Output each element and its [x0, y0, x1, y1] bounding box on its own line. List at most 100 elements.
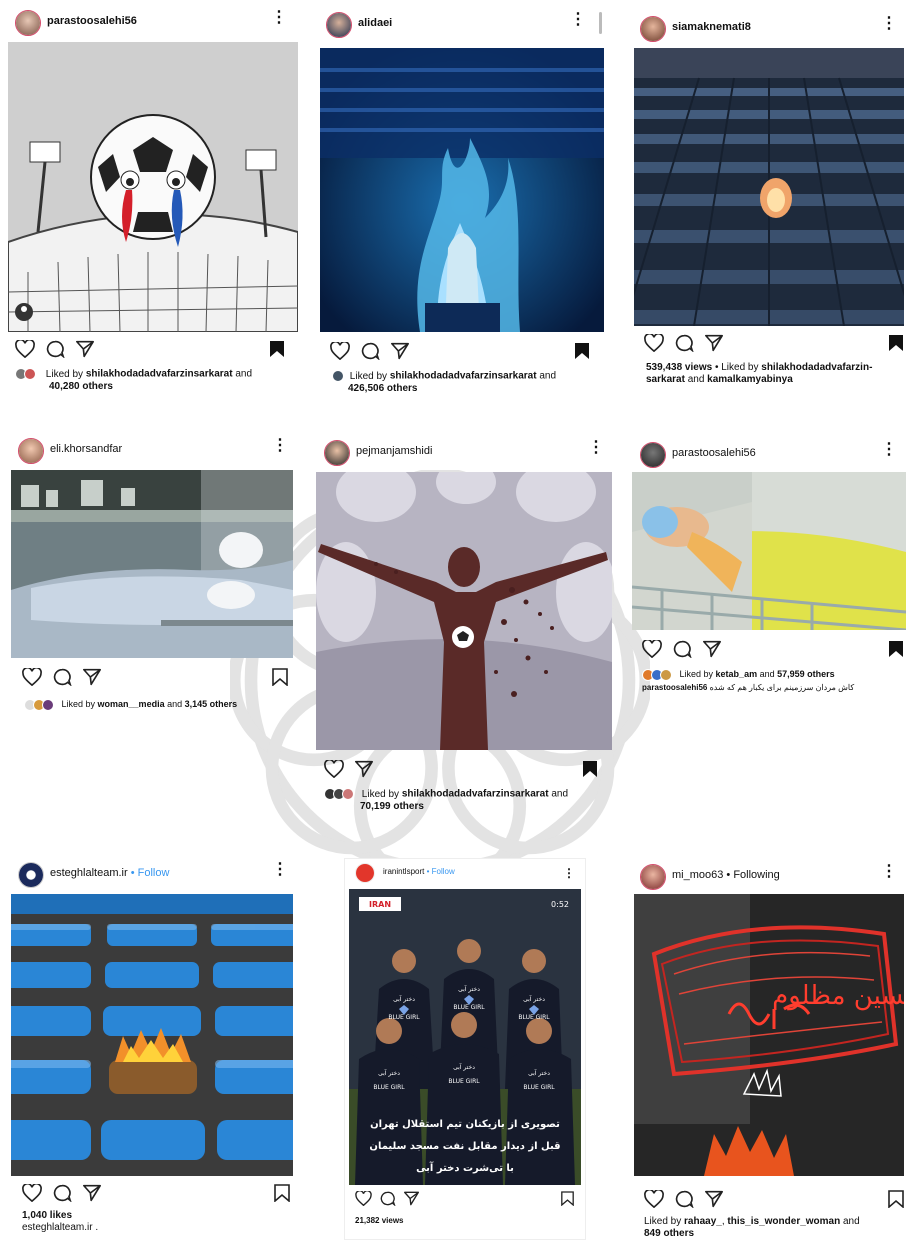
more-icon[interactable]: ⋮ [271, 10, 287, 26]
shirt-text: دختر آبی [393, 994, 415, 1003]
bookmark-icon[interactable] [582, 760, 598, 778]
post-header: esteghlalteam.ir • Follow ⋮ [8, 856, 298, 892]
username[interactable]: parastoosalehi56 [47, 15, 137, 27]
liker-username[interactable]: shilakhodadadvafarzinsarkarat [390, 371, 537, 382]
avatar[interactable] [15, 10, 41, 36]
scrollbar[interactable] [599, 12, 602, 34]
username[interactable]: alidaei [358, 17, 392, 29]
heart-icon[interactable] [330, 342, 350, 360]
share-icon[interactable] [75, 340, 95, 358]
avatar[interactable] [18, 862, 44, 888]
likes-count[interactable]: 849 others [644, 1228, 694, 1239]
views-count[interactable]: 21,382 views [355, 1216, 403, 1225]
caption-username[interactable]: esteghlalteam.ir [22, 1222, 93, 1233]
bookmark-icon[interactable] [561, 1191, 574, 1206]
more-icon[interactable]: ⋮ [272, 862, 288, 878]
more-icon[interactable]: ⋮ [588, 440, 604, 456]
liker-username[interactable]: ketab_am [716, 669, 758, 679]
likes-count[interactable]: 426,506 others [348, 383, 418, 394]
bookmark-icon[interactable] [269, 340, 285, 358]
comment-icon[interactable] [360, 342, 380, 360]
likes-count[interactable]: 70,199 others [360, 801, 424, 812]
bookmark-icon[interactable] [888, 334, 904, 352]
bookmark-icon[interactable] [272, 668, 288, 686]
avatar[interactable] [324, 440, 350, 466]
username[interactable]: mi_moo63 • Following [672, 869, 780, 881]
username[interactable]: eli.khorsandfar [50, 443, 122, 455]
avatar[interactable] [640, 16, 666, 42]
more-icon[interactable]: ⋮ [881, 864, 897, 880]
post-image[interactable] [320, 48, 604, 332]
post-image[interactable] [632, 472, 906, 630]
liker-avatar [24, 368, 36, 380]
liker-username-2[interactable]: this_is_wonder_woman [727, 1216, 840, 1227]
bookmark-icon[interactable] [888, 640, 904, 658]
likes-count[interactable]: 57,959 others [777, 669, 835, 679]
post-image[interactable] [11, 894, 293, 1176]
likes-count[interactable]: 40,280 others [49, 381, 113, 392]
more-icon[interactable]: ⋮ [881, 16, 897, 32]
bookmark-icon[interactable] [888, 1190, 904, 1208]
username[interactable]: iranintlsport • Follow [383, 867, 455, 876]
avatar[interactable] [640, 442, 666, 468]
avatar[interactable] [640, 864, 666, 890]
overlay-caption-3: با تی‌شرت دختر آبی [416, 1161, 514, 1174]
liker-username-2[interactable]: kamalkamyabinya [707, 374, 793, 385]
heart-icon[interactable] [15, 340, 35, 358]
post-image[interactable] [316, 472, 612, 750]
likes-count[interactable]: 1,040 likes [22, 1210, 72, 1221]
liker-username[interactable]: shilakhodadadvafarzinsarkarat [86, 369, 233, 380]
heart-icon[interactable] [644, 334, 664, 352]
heart-icon[interactable] [22, 668, 42, 686]
post-image[interactable] [11, 470, 293, 658]
liker-username[interactable]: woman__media [98, 699, 165, 709]
likes-prefix: Liked by [45, 368, 86, 380]
likes-count[interactable]: 3,145 others [185, 699, 238, 709]
caption: . [92, 1222, 99, 1233]
views-count[interactable]: 539,438 views [646, 362, 712, 373]
liker-username[interactable]: rahaay_ [684, 1216, 722, 1227]
post-video[interactable]: IRAN 0:52 دختر آبی دختر آبی دختر آبی دخت… [349, 889, 581, 1185]
heart-icon[interactable] [642, 640, 662, 658]
heart-icon[interactable] [355, 1191, 372, 1206]
comment-icon[interactable] [674, 1190, 694, 1208]
share-icon[interactable] [390, 342, 410, 360]
avatar[interactable] [355, 863, 375, 883]
username[interactable]: siamaknemati8 [672, 21, 751, 33]
share-icon[interactable] [702, 640, 722, 658]
avatar[interactable] [18, 438, 44, 464]
comment-icon[interactable] [672, 640, 692, 658]
username[interactable]: pejmanjamshidi [356, 445, 432, 457]
heart-icon[interactable] [644, 1190, 664, 1208]
more-icon[interactable]: ⋮ [272, 438, 288, 454]
bookmark-icon[interactable] [574, 342, 590, 360]
post-image[interactable] [634, 48, 904, 326]
avatar[interactable] [326, 12, 352, 38]
post-image[interactable] [8, 42, 298, 332]
comment-icon[interactable] [52, 1184, 72, 1202]
comment-icon[interactable] [379, 1191, 396, 1206]
share-icon[interactable] [82, 668, 102, 686]
caption-username[interactable]: parastoosalehi56 [642, 683, 707, 692]
comment-icon[interactable] [52, 668, 72, 686]
bookmark-icon[interactable] [274, 1184, 290, 1202]
liker-username[interactable]: shilakhodadadvafarzinsarkarat [402, 789, 549, 800]
share-icon[interactable] [403, 1191, 420, 1206]
post-header: iranintlsport • Follow ⋮ [345, 859, 585, 889]
share-icon[interactable] [82, 1184, 102, 1202]
comment-icon[interactable] [45, 340, 65, 358]
post-image[interactable]: یاحسین مظلوم [634, 894, 904, 1176]
username[interactable]: parastoosalehi56 [672, 447, 756, 459]
comment-icon[interactable] [674, 334, 694, 352]
more-icon[interactable]: ⋮ [563, 865, 575, 881]
share-icon[interactable] [354, 760, 374, 778]
liker-username[interactable]: shilakhodadadvafarzin- [761, 362, 872, 373]
share-icon[interactable] [704, 1190, 724, 1208]
username[interactable]: esteghlalteam.ir • Follow [50, 867, 169, 879]
more-icon[interactable]: ⋮ [570, 12, 586, 28]
share-icon[interactable] [704, 334, 724, 352]
liker-username-cont[interactable]: sarkarat [646, 374, 685, 385]
more-icon[interactable]: ⋮ [881, 442, 897, 458]
heart-icon[interactable] [324, 760, 344, 778]
heart-icon[interactable] [22, 1184, 42, 1202]
